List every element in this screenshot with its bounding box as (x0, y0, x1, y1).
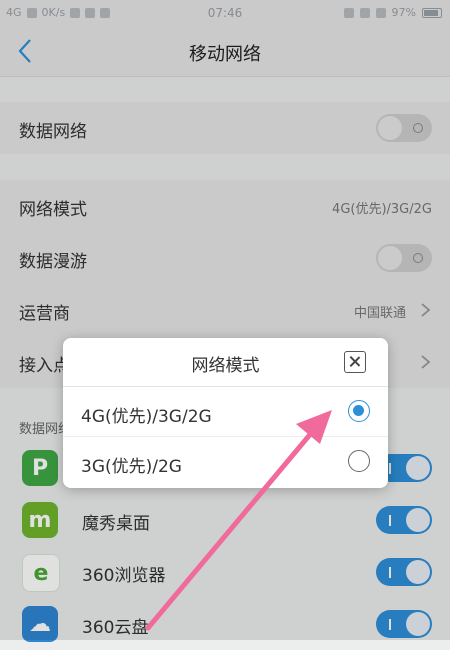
option-3g[interactable]: 3G(优先)/2G (63, 438, 388, 488)
network-mode-dialog: 网络模式 4G(优先)/3G/2G 3G(优先)/2G (63, 338, 388, 488)
dialog-overlay[interactable] (0, 0, 450, 640)
radio-unselected[interactable] (348, 450, 370, 472)
divider (63, 436, 388, 437)
option-label: 3G(优先)/2G (81, 457, 182, 477)
option-label: 4G(优先)/3G/2G (81, 407, 212, 427)
divider (63, 386, 388, 387)
dialog-title: 网络模式 (191, 356, 260, 376)
option-4g[interactable]: 4G(优先)/3G/2G (63, 388, 388, 438)
radio-selected[interactable] (348, 400, 370, 422)
close-icon[interactable] (344, 351, 366, 373)
